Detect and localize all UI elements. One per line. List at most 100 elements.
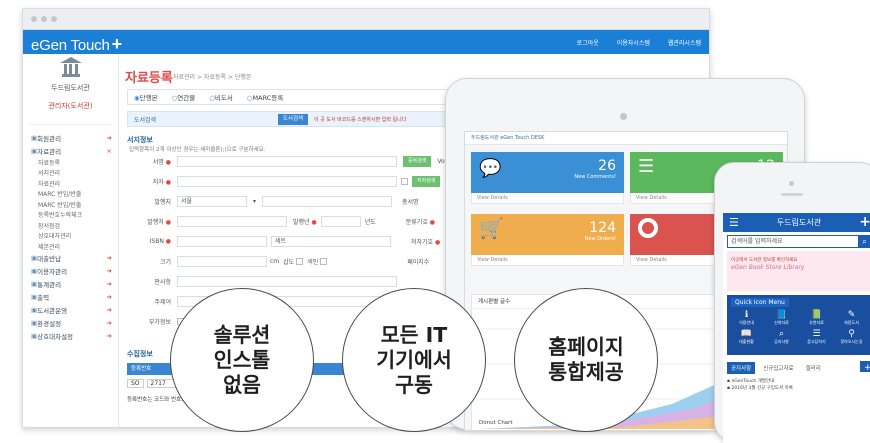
- tab-gallery[interactable]: 갤러리: [802, 362, 825, 374]
- sidebar-item[interactable]: MARC 반입/반출: [23, 199, 118, 210]
- expand-icon[interactable]: ➜: [107, 332, 112, 340]
- quick-icon-item[interactable]: ⚲ 찾아오시는길: [834, 330, 869, 345]
- author-check-button[interactable]: 저자검색: [412, 175, 441, 187]
- tile-footer[interactable]: View Details: [471, 255, 624, 266]
- radio-monograph[interactable]: 단행본: [134, 92, 158, 102]
- series-field[interactable]: [262, 195, 393, 207]
- edition-field[interactable]: [177, 275, 397, 287]
- quick-icon-item[interactable]: ℹ 이용안내: [729, 311, 764, 326]
- quick-icon-item[interactable]: 📗 추천자료: [799, 311, 834, 326]
- app-header: eGen Touch + 로그아웃 이용자시스템 웹관리시스템: [23, 30, 709, 54]
- brand-name: eGen Touch: [31, 37, 110, 54]
- isbn-set-field[interactable]: 세트: [271, 235, 391, 247]
- publisher-field[interactable]: [177, 215, 287, 227]
- user-system-link[interactable]: 이용자시스템: [617, 38, 650, 47]
- sidebar-section[interactable]: ▣ 이용자관리 ➜: [23, 265, 118, 278]
- radio-nonbook[interactable]: 비도서: [209, 92, 233, 102]
- author-checkbox[interactable]: [401, 177, 408, 185]
- sidebar-item[interactable]: 자료등록: [23, 157, 118, 168]
- sidebar-section[interactable]: ▣ 환경설정 ➜: [23, 317, 118, 330]
- expand-icon[interactable]: ➜: [107, 319, 112, 327]
- tab-notice[interactable]: 공지사항: [727, 362, 756, 374]
- search-icon[interactable]: ⌕: [858, 235, 870, 248]
- sidebar-item[interactable]: 등록번호누락체크: [23, 210, 118, 221]
- quick-item-icon: ☰: [812, 329, 821, 339]
- sidebar-section[interactable]: ▣ 대출반납 ➜: [23, 252, 118, 265]
- sidebar-item[interactable]: 서지관리: [23, 168, 118, 179]
- sidebar-section-label: 통계관리: [37, 281, 62, 289]
- quick-item-icon: ✎: [847, 310, 856, 320]
- search-note: 이 곳 도서 바코드를 스캔하시면 입력 됩니다: [314, 117, 407, 123]
- dup-check-button[interactable]: 중복검색: [403, 155, 432, 167]
- list-item[interactable]: ▪ eGenTouch 개발안내: [727, 378, 870, 385]
- reg-code-select[interactable]: SO: [127, 379, 144, 388]
- sidebar-section[interactable]: ▣ 출력 ➜: [23, 291, 118, 304]
- web-admin-link[interactable]: 웹관리시스템: [668, 38, 701, 47]
- sidebar-item[interactable]: 상호대차관리: [23, 231, 118, 242]
- more-plus-icon[interactable]: +: [860, 361, 870, 373]
- sidebar-section[interactable]: ▣ 통계관리 ➜: [23, 278, 118, 291]
- expand-icon[interactable]: ➜: [107, 293, 112, 301]
- size-field[interactable]: [177, 255, 267, 267]
- lifebuoy-icon: [638, 218, 658, 238]
- plus-icon[interactable]: +: [859, 214, 870, 230]
- radio-marc[interactable]: MARC등록: [247, 92, 284, 102]
- collect-section-heading: 수집정보: [127, 350, 153, 358]
- tab-new-items[interactable]: 신규입고자료: [759, 362, 797, 374]
- page-title: 자료등록: [125, 71, 173, 86]
- sidebar-section[interactable]: ▣ 상호대차설정 ➜: [23, 330, 118, 343]
- expand-icon[interactable]: ➜: [107, 280, 112, 288]
- quick-icon-item[interactable]: 📘 신착자료: [764, 311, 799, 326]
- index-checkbox[interactable]: [320, 257, 328, 265]
- isbn-field[interactable]: [177, 235, 267, 247]
- sidebar-section[interactable]: ▣ 회원관리 ➜: [23, 131, 118, 144]
- sidebar-item[interactable]: MARC 반입/반출: [23, 189, 118, 200]
- tile-footer[interactable]: View Details: [471, 193, 624, 204]
- quick-icon-item[interactable]: ✎ 희망도서: [834, 311, 869, 326]
- brand-logo[interactable]: eGen Touch +: [31, 34, 122, 55]
- window-dot-icon[interactable]: [41, 16, 47, 22]
- expand-icon[interactable]: ➜: [107, 134, 112, 142]
- library-name: 두드림도서관: [51, 84, 90, 92]
- expand-icon[interactable]: ➜: [107, 306, 112, 314]
- title-field[interactable]: [177, 155, 397, 167]
- expand-icon[interactable]: ➜: [107, 267, 112, 275]
- chevron-down-icon[interactable]: ▾: [253, 198, 256, 205]
- illust-checkbox[interactable]: [296, 257, 304, 265]
- sidebar-item[interactable]: 장서점검: [23, 220, 118, 231]
- field-label: ISBN ●: [149, 237, 171, 245]
- quick-icon-item[interactable]: 📖 대출현황: [729, 330, 764, 345]
- sidebar-nav: ▣ 회원관리 ➜ ▣ 자료관리 × 자료등록 서지관리 자료관리 MARC 반입/반출 MARC…: [23, 131, 118, 343]
- quick-icon-item[interactable]: ☰ 묻고답하기: [799, 330, 834, 345]
- logout-link[interactable]: 로그아웃: [577, 38, 599, 47]
- quick-icon-item[interactable]: ⌕ 공지사항: [764, 330, 799, 345]
- stat-tile-comments[interactable]: 💬 26 New Comments! View Details: [471, 152, 624, 204]
- radio-serial[interactable]: 연간물: [172, 92, 195, 102]
- sidebar-item[interactable]: 제본관리: [23, 241, 118, 252]
- library-user: 관리자(도서관): [48, 102, 93, 110]
- quick-icon-grid: ℹ 이용안내 📘 신착자료 📗 추천자료 ✎ 희망도서 📖 대출현황 ⌕ 공지사항 ☰ 묻고답하기 ⚲ 찾아오…: [729, 311, 869, 345]
- sidebar-section[interactable]: ▣ 자료관리 ×: [23, 144, 118, 157]
- phone-search-input[interactable]: 검색어를 입력하세요 ⌕: [727, 235, 870, 248]
- book-search-button[interactable]: 도서검색: [278, 114, 308, 125]
- sidebar-item[interactable]: 자료관리: [23, 178, 118, 189]
- list-item[interactable]: ▪ 2016년 3월 신규 구입도서 목록: [727, 385, 870, 392]
- sidebar-section[interactable]: ▣ 도서관운영 ➜: [23, 304, 118, 317]
- field-label: 발행처 ●: [147, 218, 171, 226]
- window-dot-icon[interactable]: [51, 16, 57, 22]
- stat-tile-orders[interactable]: 🛒 124 New Orders! View Details: [471, 214, 624, 266]
- illust-label: 삽도: [283, 258, 295, 266]
- phone-banner[interactable]: 이곳에서 도서관 정보를 확인하세요 eGen Book Store Libra…: [727, 251, 870, 291]
- book-search-label: 도서검색: [134, 116, 157, 124]
- quick-item-label: 찾아오시는길: [840, 339, 863, 344]
- place-field[interactable]: 서울: [177, 195, 247, 207]
- quick-item-icon: ℹ: [744, 310, 749, 320]
- year-field[interactable]: [320, 215, 361, 227]
- window-dot-icon[interactable]: [31, 16, 37, 22]
- phone-header: ☰ 두드림도서관 +: [723, 213, 870, 232]
- expand-icon[interactable]: ➜: [107, 254, 112, 262]
- tile-label: New Comments!: [574, 174, 616, 180]
- library-card: 두드림도서관 관리자(도서관): [29, 57, 112, 125]
- collapse-icon[interactable]: ×: [107, 147, 112, 155]
- author-field[interactable]: [177, 175, 397, 187]
